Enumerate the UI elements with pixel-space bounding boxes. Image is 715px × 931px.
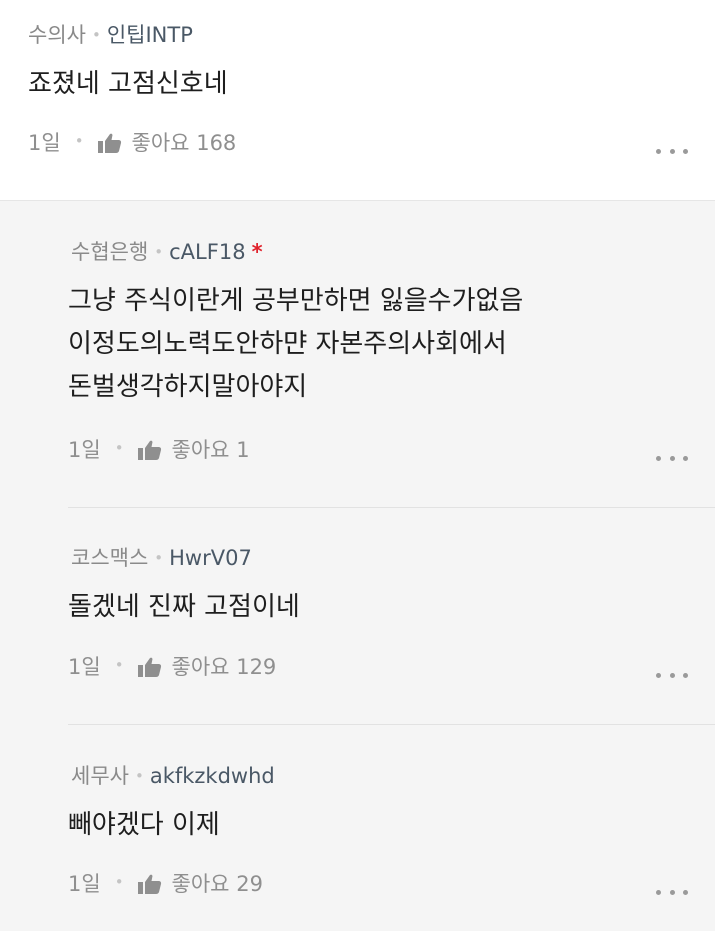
thumbs-up-icon: [137, 440, 161, 460]
time-ago: 1일: [28, 131, 61, 155]
time-ago: 1일: [68, 655, 101, 679]
company-name: 수의사: [28, 23, 86, 47]
like-count: 168: [196, 131, 237, 155]
more-options-icon[interactable]: [656, 887, 688, 897]
like-count: 1: [236, 438, 250, 462]
reply-text: 빼야겠다 이제: [68, 804, 220, 847]
more-options-icon[interactable]: [656, 453, 688, 463]
author-nickname[interactable]: HwrV07: [169, 546, 252, 570]
reply-footer: 1일 • 좋아요 1: [68, 437, 250, 463]
like-button[interactable]: 좋아요 168: [97, 130, 237, 156]
comment-text: 죠졌네 고점신호네: [28, 63, 228, 106]
author-nickname[interactable]: cALF18: [169, 240, 245, 264]
reply-author: 코스맥스 • HwrV07: [71, 545, 252, 573]
comment-item: 수의사 • 인팁INTP 죠졌네 고점신호네 1일 • 좋아요 168: [0, 0, 715, 201]
reply-footer: 1일 • 좋아요 129: [68, 654, 276, 680]
comment-footer: 1일 • 좋아요 168: [28, 130, 236, 156]
like-count: 129: [236, 655, 277, 679]
reply-line: 이정도의노력도안하먄 자본주의사회에서: [68, 329, 507, 359]
company-name: 세무사: [71, 764, 129, 788]
divider: [68, 724, 715, 725]
like-button[interactable]: 좋아요 129: [137, 654, 277, 680]
comment-line: 죠졌네 고점신호네: [28, 69, 228, 99]
reply-line: 그냥 주식이란게 공부만하면 잃을수가없음: [68, 286, 524, 316]
separator-dot: •: [154, 549, 164, 567]
like-button[interactable]: 좋아요 1: [137, 437, 250, 463]
separator-dot: •: [114, 873, 124, 891]
separator-dot: •: [91, 26, 101, 44]
like-button[interactable]: 좋아요 29: [137, 871, 263, 897]
like-label: 좋아요: [131, 131, 190, 155]
author-mark: *: [251, 240, 263, 264]
reply-text: 그냥 주식이란게 공부만하면 잃을수가없음 이정도의노력도안하먄 자본주의사회에…: [68, 280, 523, 409]
more-options-icon[interactable]: [656, 670, 688, 680]
reply-footer: 1일 • 좋아요 29: [68, 871, 263, 897]
more-options-icon[interactable]: [656, 146, 688, 156]
reply-list: 수협은행 • cALF18 * 그냥 주식이란게 공부만하면 잃을수가없음 이정도의노…: [0, 201, 715, 931]
thumbs-up-icon: [137, 657, 161, 677]
reply-text: 돌겠네 진짜 고점이네: [68, 586, 300, 629]
like-label: 좋아요: [171, 655, 230, 679]
comment-author: 수의사 • 인팁INTP: [28, 22, 193, 50]
author-nickname[interactable]: akfkzkdwhd: [150, 764, 275, 788]
time-ago: 1일: [68, 438, 101, 462]
divider: [68, 507, 715, 508]
like-count: 29: [236, 872, 263, 896]
time-ago: 1일: [68, 872, 101, 896]
like-label: 좋아요: [171, 438, 230, 462]
reply-line: 돌겠네 진짜 고점이네: [68, 592, 300, 622]
separator-dot: •: [74, 132, 84, 150]
reply-author: 세무사 • akfkzkdwhd: [71, 763, 275, 791]
separator-dot: •: [134, 767, 144, 785]
separator-dot: •: [154, 243, 164, 261]
separator-dot: •: [114, 656, 124, 674]
separator-dot: •: [114, 439, 124, 457]
thumbs-up-icon: [97, 133, 121, 153]
reply-author: 수협은행 • cALF18 *: [71, 239, 263, 267]
thumbs-up-icon: [137, 874, 161, 894]
company-name: 코스맥스: [71, 546, 149, 570]
reply-line: 돈벌생각하지말아야지: [68, 372, 308, 402]
like-label: 좋아요: [171, 872, 230, 896]
company-name: 수협은행: [71, 240, 149, 264]
reply-line: 빼야겠다 이제: [68, 810, 220, 840]
author-nickname[interactable]: 인팁INTP: [107, 23, 193, 47]
